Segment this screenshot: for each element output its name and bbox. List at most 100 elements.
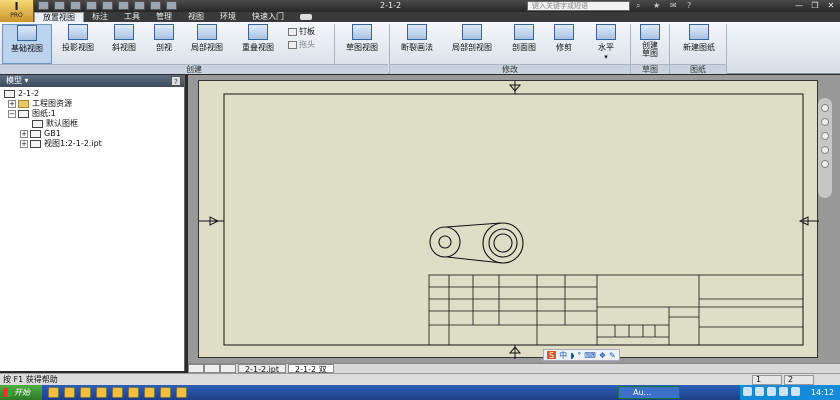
punctuation-icon[interactable]: °: [577, 351, 581, 360]
new-icon[interactable]: [38, 1, 49, 10]
projected-view-label: 投影视图: [62, 43, 94, 52]
tree-item-sheet[interactable]: − 图纸:1: [4, 109, 184, 119]
restore-button[interactable]: ❐: [808, 1, 822, 11]
wrench-icon[interactable]: ✎: [609, 351, 616, 360]
tree-item-label: 视图1:2-1-2.ipt: [44, 139, 102, 148]
moon-icon[interactable]: ◗: [570, 351, 574, 360]
tab-get-started[interactable]: 快速入门: [244, 12, 292, 22]
create-sketch-button[interactable]: 创建 草图: [634, 24, 666, 64]
keyboard-icon[interactable]: ⌨: [584, 351, 596, 360]
cascade-window-icon[interactable]: [204, 364, 220, 373]
overlay-view-button[interactable]: 重叠视图: [234, 24, 282, 64]
zoom-all-icon[interactable]: [821, 146, 829, 154]
ribbon-toggle-icon[interactable]: [300, 14, 312, 20]
save-icon[interactable]: [70, 1, 81, 10]
base-view-button[interactable]: 基础视图: [2, 24, 52, 64]
autocad-icon[interactable]: [144, 387, 155, 398]
binoculars-icon[interactable]: ⌕: [636, 1, 647, 10]
full-navigation-wheel-icon[interactable]: [821, 104, 829, 112]
crop-button[interactable]: 修剪: [548, 24, 580, 64]
chevron-down-icon[interactable]: ▾: [588, 53, 624, 61]
start-button[interactable]: 开始: [0, 385, 42, 400]
network-icon[interactable]: [791, 387, 800, 396]
tab-drawing-document[interactable]: 2-1-2 双: [288, 364, 334, 374]
ime-mode[interactable]: 中: [559, 351, 567, 360]
tab-annotate[interactable]: 标注: [84, 12, 116, 22]
search-input[interactable]: 键入关键字或短语: [527, 1, 630, 11]
breakout-button[interactable]: 局部剖视图: [444, 24, 500, 64]
drawing-sheet[interactable]: [198, 80, 819, 359]
chat-icon[interactable]: [112, 387, 123, 398]
tab-environments[interactable]: 环境: [212, 12, 244, 22]
create-sketch-label: 创建 草图: [642, 41, 658, 58]
sheet-icon: [18, 109, 29, 118]
draft-view-button[interactable]: 草图视图: [340, 24, 384, 64]
open-icon[interactable]: [54, 1, 65, 10]
tray-icon[interactable]: [743, 387, 752, 396]
folder-icon[interactable]: [64, 387, 75, 398]
nailboard-button[interactable]: 钉板: [288, 26, 315, 37]
new-sheet-button[interactable]: 新建图纸: [674, 24, 724, 64]
pan-icon[interactable]: [821, 118, 829, 126]
player-icon[interactable]: [128, 387, 139, 398]
help-icon[interactable]: ?: [687, 1, 698, 10]
tab-manage[interactable]: 管理: [148, 12, 180, 22]
inventor-icon[interactable]: [160, 387, 171, 398]
help-icon[interactable]: ?: [171, 76, 181, 86]
break-button[interactable]: 断裂画法: [394, 24, 440, 64]
home-icon[interactable]: [220, 364, 236, 373]
skin-icon[interactable]: ❖: [599, 351, 606, 360]
tab-part-document[interactable]: 2-1-2.ipt: [238, 364, 287, 374]
tray-icon[interactable]: [767, 387, 776, 396]
group-label-create: 创建: [0, 64, 388, 74]
status-count-1: 1: [752, 375, 782, 385]
ime-logo: S: [547, 351, 557, 360]
zoom-icon[interactable]: [821, 132, 829, 140]
model-browser: 模型 ▾ ? 2-1-2 + 工程图资源 − 图纸:1 默认图框 + GB1 + 视图1…: [0, 75, 185, 371]
projected-view-button[interactable]: 投影视图: [56, 24, 100, 64]
orbit-icon[interactable]: [821, 160, 829, 168]
tab-place-views[interactable]: 放置视图: [34, 12, 84, 22]
browser-icon[interactable]: [48, 387, 59, 398]
application-menu-button[interactable]: I PRO: [0, 0, 34, 22]
drawing-canvas[interactable]: [188, 75, 840, 363]
tree-item-document[interactable]: 2-1-2: [4, 89, 184, 99]
ime-toolbar[interactable]: S 中 ◗ ° ⌨ ❖ ✎: [543, 349, 620, 361]
model-browser-header[interactable]: 模型 ▾ ?: [0, 75, 184, 87]
break-out-small-button[interactable]: 拖头: [288, 39, 315, 50]
slice-button[interactable]: 剖面图: [504, 24, 544, 64]
taskbar-item-inventor[interactable]: Au...: [618, 386, 680, 399]
tile-window-icon[interactable]: [188, 364, 204, 373]
close-button[interactable]: ✕: [824, 1, 838, 11]
material-icon[interactable]: [166, 1, 177, 10]
tab-tools[interactable]: 工具: [116, 12, 148, 22]
print-icon[interactable]: [118, 1, 129, 10]
expand-icon[interactable]: +: [8, 99, 16, 108]
tab-view[interactable]: 视图: [180, 12, 212, 22]
detail-view-button[interactable]: 局部视图: [184, 24, 230, 64]
security-icon[interactable]: [80, 387, 91, 398]
subscription-icon[interactable]: ★: [653, 1, 664, 10]
tray-icon[interactable]: [755, 387, 764, 396]
tree-item-title-block[interactable]: + GB1: [4, 129, 184, 139]
undo-icon[interactable]: [86, 1, 97, 10]
section-view-button[interactable]: 剖视: [148, 24, 180, 64]
media-icon[interactable]: [96, 387, 107, 398]
auxiliary-view-button[interactable]: 斜视图: [104, 24, 144, 64]
horizontal-button[interactable]: 水平 ▾: [588, 24, 624, 64]
expand-icon[interactable]: +: [20, 129, 28, 138]
select-icon[interactable]: [150, 1, 161, 10]
expand-icon[interactable]: +: [20, 139, 28, 148]
nailboard-label: 钉板: [299, 27, 315, 36]
update-icon[interactable]: [134, 1, 145, 10]
minimize-button[interactable]: —: [792, 1, 806, 11]
communication-icon[interactable]: ✉: [670, 1, 681, 10]
download-icon[interactable]: [176, 387, 187, 398]
tree-item-drawing-resources[interactable]: + 工程图资源: [4, 99, 184, 109]
tree-item-default-border[interactable]: 默认图框: [4, 119, 184, 129]
collapse-icon[interactable]: −: [8, 109, 16, 118]
volume-icon[interactable]: [779, 387, 788, 396]
redo-icon[interactable]: [102, 1, 113, 10]
tree-item-view1[interactable]: + 视图1:2-1-2.ipt: [4, 139, 184, 149]
breakout-icon: [462, 24, 482, 40]
